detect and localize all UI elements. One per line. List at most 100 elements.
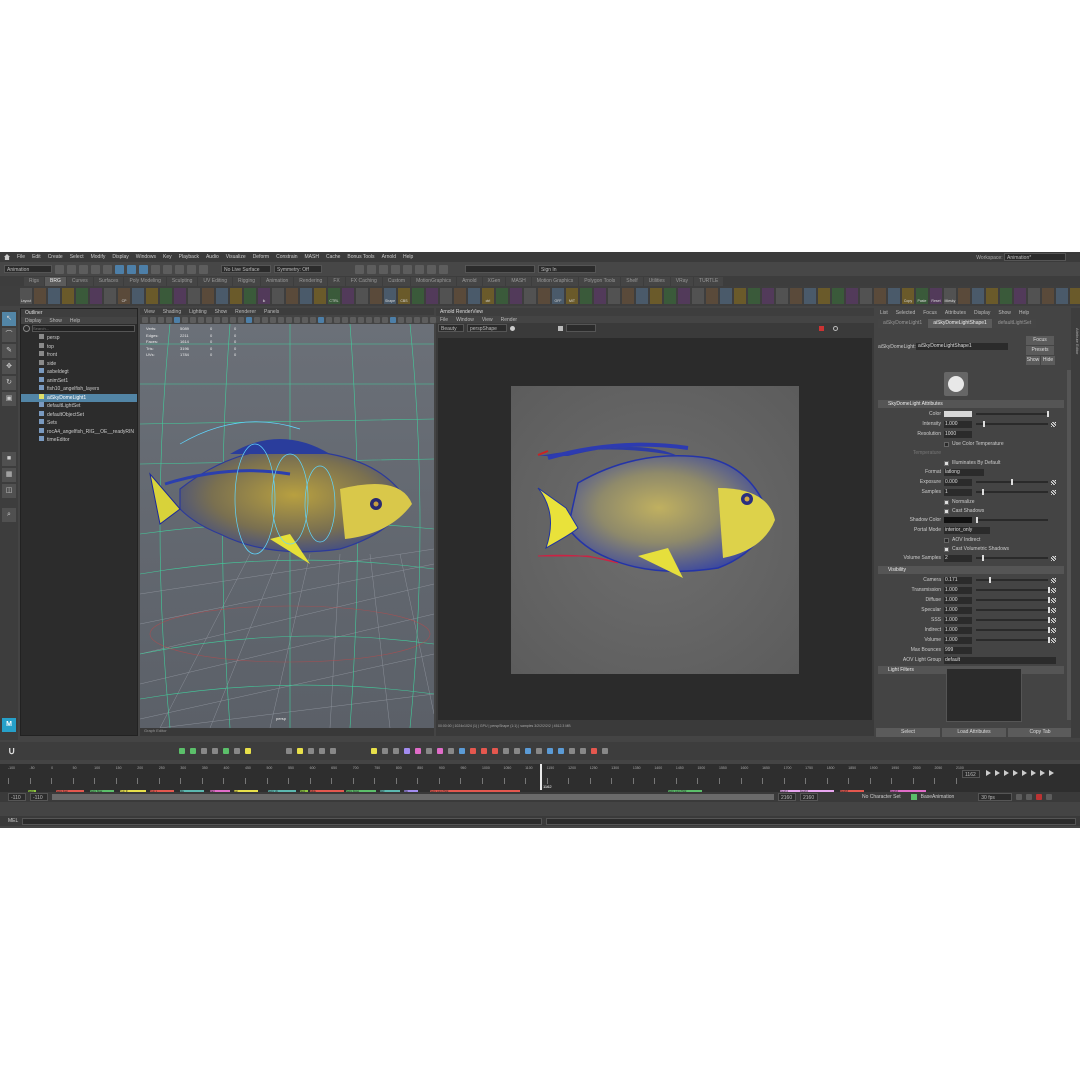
timeline-tool-icon[interactable] — [382, 748, 389, 754]
shelf-tool-icon[interactable] — [216, 288, 228, 304]
vp-menu-view[interactable]: View — [144, 309, 155, 315]
timeline-tool-icon[interactable] — [459, 748, 466, 754]
select-button[interactable]: Select — [876, 728, 940, 737]
ae-menu-list[interactable]: List — [880, 310, 888, 316]
fps-dropdown[interactable]: 30 fps — [978, 793, 1013, 801]
playback-start-field[interactable]: -110 — [30, 793, 48, 801]
snap-point-icon[interactable] — [175, 264, 184, 274]
shelf-tab-13[interactable]: MotionGraphics — [411, 276, 457, 286]
shelf-tool-icon[interactable] — [832, 288, 844, 304]
timeline[interactable]: -100 -50 0 50 100 150 200 250 300 350 400 450 500 550… — [0, 764, 1080, 790]
attr-value-field[interactable]: 2 — [944, 554, 972, 562]
zoom-field[interactable] — [566, 324, 596, 332]
viewport-tool-icon[interactable] — [182, 316, 188, 323]
shelf-tab-12[interactable]: Custom — [382, 276, 411, 286]
shelf-tool-icon[interactable] — [1056, 288, 1068, 304]
slider-knob[interactable] — [981, 555, 984, 561]
map-button-icon[interactable] — [1051, 489, 1056, 495]
timeline-tool-icon[interactable] — [223, 748, 230, 754]
shelf-tool-icon[interactable]: Shape — [384, 288, 396, 304]
map-button-icon[interactable] — [1051, 479, 1056, 485]
slider-knob[interactable] — [1046, 411, 1049, 417]
copy-tab-button[interactable]: Copy Tab — [1008, 728, 1072, 737]
shelf-tool-icon[interactable] — [818, 288, 830, 304]
viewport-tool-icon[interactable] — [366, 316, 372, 323]
step-fwd-icon[interactable] — [1031, 770, 1036, 776]
outliner-item[interactable]: animSet1 — [21, 376, 137, 386]
map-button-icon[interactable] — [1051, 587, 1056, 593]
ae-menu-attributes[interactable]: Attributes — [945, 310, 966, 316]
rv-menu-window[interactable]: Window — [456, 317, 474, 323]
viewport-tool-icon[interactable] — [390, 316, 396, 323]
attr-value-field[interactable]: 1000 — [944, 430, 972, 438]
scale-tool-icon[interactable]: ▣ — [2, 392, 16, 406]
vp-menu-shading[interactable]: Shading — [163, 309, 181, 315]
side-by-side-icon[interactable]: ◫ — [2, 484, 16, 498]
shelf-tool-icon[interactable] — [734, 288, 746, 304]
attr-slider[interactable] — [976, 587, 1050, 593]
timeline-tool-icon[interactable] — [448, 748, 455, 754]
attr-slider[interactable] — [976, 517, 1048, 523]
autokey-icon[interactable] — [1036, 794, 1043, 800]
step-back-key-icon[interactable] — [995, 770, 1000, 776]
map-button-icon[interactable] — [1051, 627, 1056, 633]
render-canvas[interactable] — [438, 338, 872, 720]
stop-icon[interactable] — [558, 325, 563, 331]
shelf-tab-19[interactable]: Shelf — [621, 276, 643, 286]
menu-create[interactable]: Create — [48, 254, 63, 260]
shelf-tool-icon[interactable] — [146, 288, 158, 304]
attr-value-field[interactable]: 1.000 — [944, 606, 972, 614]
home-icon[interactable] — [4, 254, 10, 260]
timeline-tool-icon[interactable] — [371, 748, 378, 754]
search-field[interactable] — [465, 265, 535, 273]
timeline-tool-icon[interactable] — [234, 748, 241, 754]
shelf-tool-icon[interactable] — [860, 288, 872, 304]
snap-curve-icon[interactable] — [163, 264, 172, 274]
shelf-tool-icon[interactable] — [454, 288, 466, 304]
shelf-tab-17[interactable]: Motion Graphics — [531, 276, 579, 286]
slider-knob[interactable] — [1010, 479, 1013, 485]
shelf-tool-icon[interactable]: Copy Name — [902, 288, 914, 304]
shelf-tab-1[interactable]: BRG — [45, 276, 66, 286]
map-button-icon[interactable] — [1051, 607, 1056, 613]
slider-knob[interactable] — [981, 489, 984, 495]
menu-mash[interactable]: MASH — [305, 254, 319, 260]
shelf-tool-icon[interactable] — [524, 288, 536, 304]
shelf-tool-icon[interactable] — [286, 288, 298, 304]
timeline-tool-icon[interactable] — [492, 748, 499, 754]
viewport-tool-icon[interactable] — [294, 316, 300, 323]
ae-menu-display[interactable]: Display — [974, 310, 990, 316]
menu-constrain[interactable]: Constrain — [276, 254, 297, 260]
rv-menu-file[interactable]: File — [440, 317, 448, 323]
vp-menu-show[interactable]: Show — [215, 309, 228, 315]
timeline-tool-icon[interactable] — [580, 748, 587, 754]
shelf-tool-icon[interactable] — [160, 288, 172, 304]
shelf-tool-icon[interactable] — [104, 288, 116, 304]
viewport-tool-icon[interactable] — [334, 316, 340, 323]
select-component-icon[interactable] — [139, 264, 148, 274]
shelf-tool-icon[interactable] — [538, 288, 550, 304]
attr-slider[interactable] — [976, 617, 1050, 623]
shelf-tool-icon[interactable] — [846, 288, 858, 304]
slider-knob[interactable] — [988, 577, 991, 583]
shelf-tool-icon[interactable] — [804, 288, 816, 304]
focus-button[interactable]: Focus — [1026, 336, 1054, 345]
menu-key[interactable]: Key — [163, 254, 172, 260]
render-view-icon[interactable] — [403, 264, 412, 274]
viewport-tool-icon[interactable] — [214, 316, 220, 323]
shelf-tab-14[interactable]: Arnold — [457, 276, 482, 286]
shelf-tab-21[interactable]: VRay — [670, 276, 694, 286]
viewport-tool-icon[interactable] — [310, 316, 316, 323]
shelf-tool-icon[interactable] — [426, 288, 438, 304]
attr-slider[interactable] — [976, 489, 1048, 495]
timeline-tool-icon[interactable] — [190, 748, 197, 754]
stop-render-icon[interactable] — [819, 325, 824, 331]
shelf-tab-0[interactable]: Rigs — [24, 276, 45, 286]
viewport-tool-icon[interactable] — [350, 316, 356, 323]
attr-value-field[interactable]: 1.000 — [944, 586, 972, 594]
shelf-tool-icon[interactable] — [972, 288, 984, 304]
attr-value-field[interactable]: 1.000 — [944, 596, 972, 604]
four-pane-icon[interactable]: ▦ — [2, 468, 16, 482]
shelf-tool-icon[interactable] — [34, 288, 46, 304]
redo-icon[interactable] — [103, 264, 112, 274]
